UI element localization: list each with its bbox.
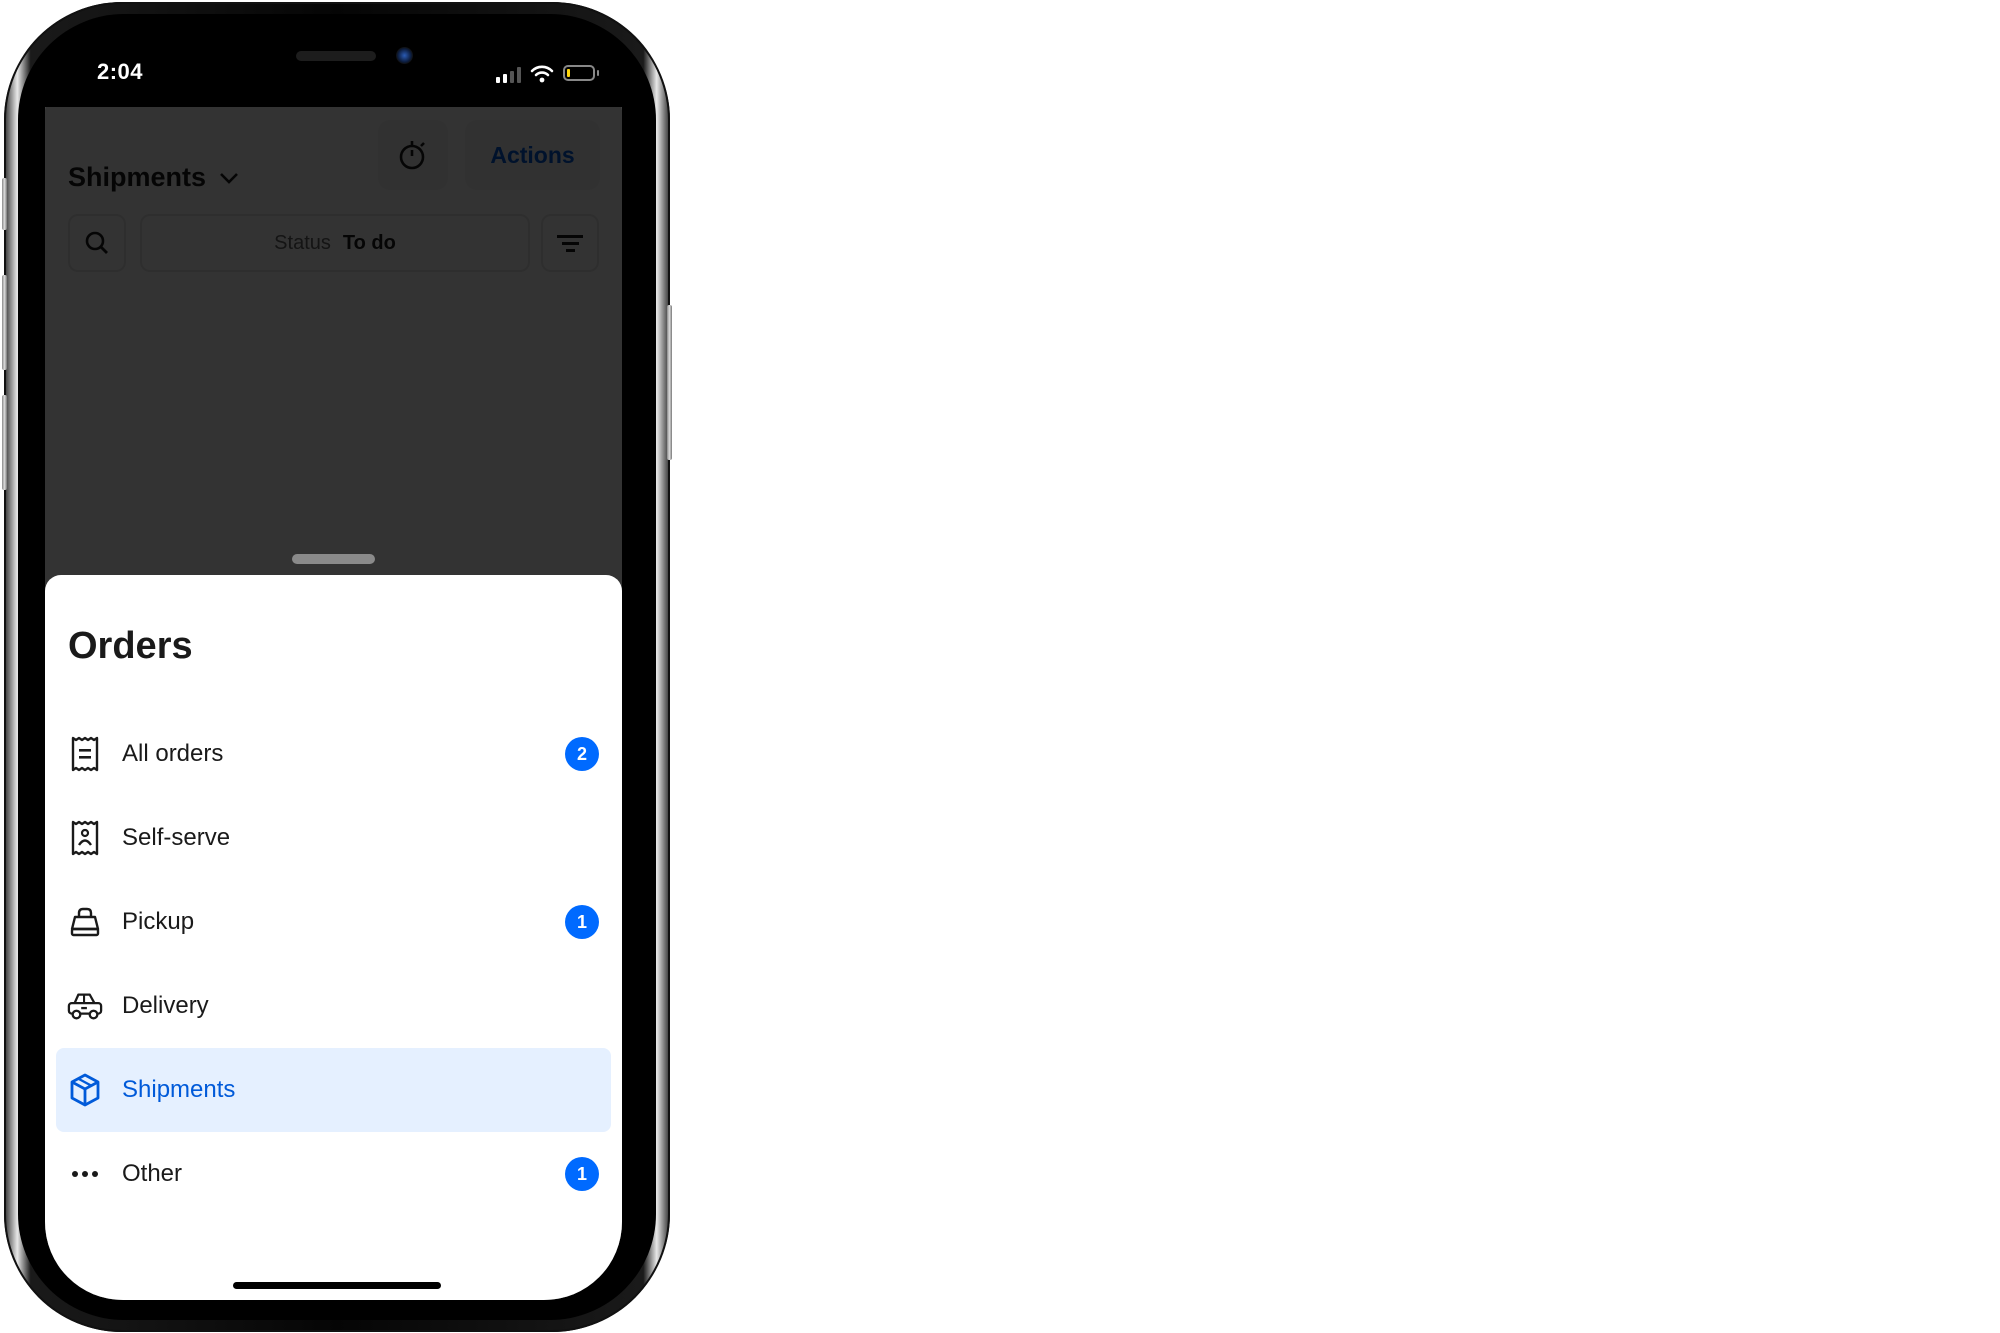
menu-item-label: Shipments bbox=[122, 1076, 236, 1103]
menu-item-shipments[interactable]: Shipments bbox=[45, 1048, 622, 1132]
phone-screen: 2:04 Shipments bbox=[45, 32, 622, 1300]
power-button bbox=[667, 305, 672, 460]
battery-level bbox=[567, 69, 570, 77]
count-badge: 1 bbox=[565, 905, 599, 939]
menu-item-label: All orders bbox=[122, 740, 224, 767]
app-content: Shipments Actions bbox=[45, 107, 622, 1300]
speaker bbox=[296, 51, 376, 61]
receipt-icon bbox=[67, 736, 103, 772]
notch bbox=[185, 32, 483, 92]
menu-item-other[interactable]: Other 1 bbox=[45, 1132, 622, 1216]
count-badge: 2 bbox=[565, 737, 599, 771]
more-dots-icon bbox=[67, 1156, 103, 1192]
self-serve-receipt-icon bbox=[67, 820, 103, 856]
menu-item-label: Self-serve bbox=[122, 824, 231, 851]
car-icon bbox=[67, 988, 103, 1024]
sheet-grabber[interactable] bbox=[292, 554, 375, 564]
menu-item-self-serve[interactable]: Self-serve bbox=[45, 796, 622, 880]
wifi-icon bbox=[530, 65, 554, 83]
box-icon bbox=[67, 1072, 103, 1108]
menu-item-all-orders[interactable]: All orders 2 bbox=[45, 712, 622, 796]
count-badge: 1 bbox=[565, 1157, 599, 1191]
front-camera bbox=[396, 47, 413, 64]
home-indicator[interactable] bbox=[233, 1282, 441, 1289]
status-time: 2:04 bbox=[97, 59, 144, 84]
menu-item-label: Pickup bbox=[122, 908, 195, 935]
menu-item-delivery[interactable]: Delivery bbox=[45, 964, 622, 1048]
orders-menu: All orders 2 Self-serve Pickup 1 Deliver… bbox=[45, 712, 622, 1216]
menu-item-label: Other bbox=[122, 1160, 183, 1187]
mute-switch bbox=[2, 178, 7, 230]
battery-cap bbox=[597, 70, 599, 76]
cellular-signal-icon bbox=[496, 67, 522, 83]
battery-icon bbox=[563, 65, 595, 81]
sheet-title: Orders bbox=[68, 625, 193, 667]
menu-item-label: Delivery bbox=[122, 992, 209, 1019]
shopping-bag-icon bbox=[67, 904, 103, 940]
volume-up-button bbox=[2, 275, 7, 370]
menu-item-pickup[interactable]: Pickup 1 bbox=[45, 880, 622, 964]
volume-down-button bbox=[2, 395, 7, 490]
orders-sheet: Orders All orders 2 Self-serve Pickup 1 … bbox=[45, 575, 622, 1300]
status-bar: 2:04 bbox=[45, 32, 622, 107]
